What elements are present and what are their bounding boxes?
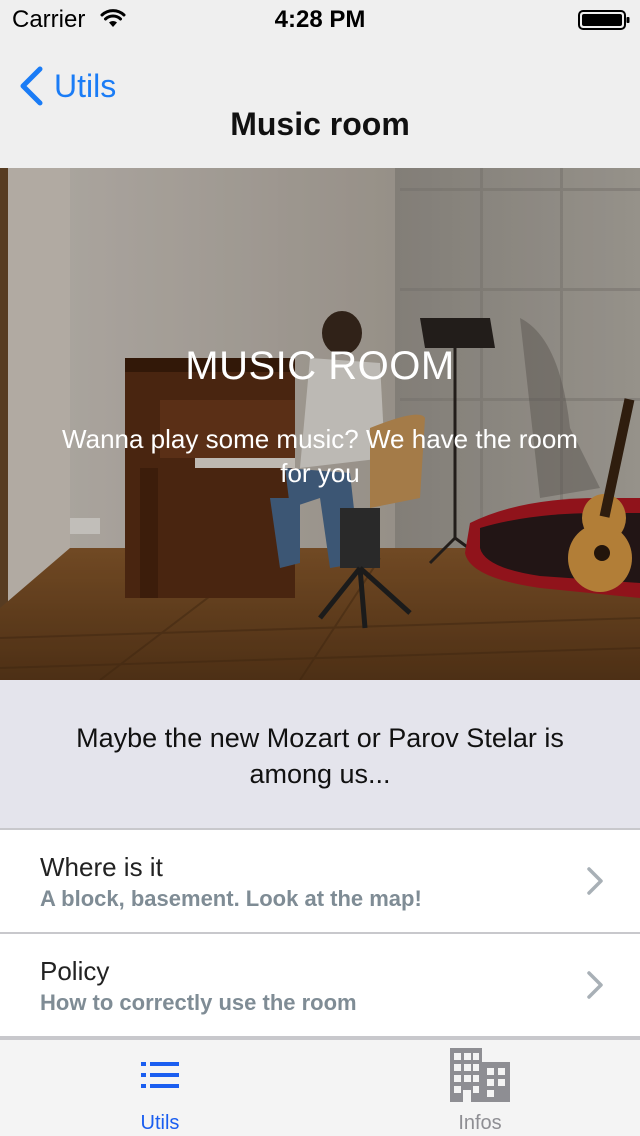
tab-utils-label: Utils [140,1112,180,1134]
list-icon [141,1062,179,1088]
tab-infos-label: Infos [458,1112,502,1134]
status-time: 4:28 PM [274,6,366,33]
status-bar: Carrier 4:28 PM [0,0,640,40]
back-button-label: Utils [54,67,117,104]
page-title: Music room [230,106,410,142]
battery-icon [578,10,630,30]
music-room-screen: Carrier 4:28 PM Utils Music room MUSIC R… [0,0,640,1136]
list-item-title: Policy [40,956,110,986]
hero-title: MUSIC ROOM [185,344,455,388]
tab-utils[interactable]: Utils [0,1040,320,1136]
tagline-text: Maybe the new Mozart or Parov Stelar is … [76,723,564,789]
chevron-left-icon [20,66,43,106]
back-button[interactable]: Utils [18,64,116,108]
list-item-subtitle: How to correctly use the room [40,990,357,1015]
building-icon [450,1048,510,1102]
list-item-title: Where is it [40,852,163,882]
chevron-right-icon [587,971,603,999]
list-item-policy[interactable]: Policy How to correctly use the room [0,934,640,1038]
list-item-subtitle: A block, basement. Look at the map! [40,886,422,911]
tab-infos[interactable]: Infos [320,1040,640,1136]
hero-banner: MUSIC ROOM Wanna play some music? We hav… [0,168,640,680]
info-list: Where is it A block, basement. Look at t… [0,828,640,1038]
chevron-right-icon [587,867,603,895]
tagline-section: Maybe the new Mozart or Parov Stelar is … [0,680,640,828]
tab-bar: Utils Infos [0,1038,640,1136]
hero-subtitle: Wanna play some music? We have the room … [62,424,578,488]
list-item-where-is-it[interactable]: Where is it A block, basement. Look at t… [0,830,640,934]
